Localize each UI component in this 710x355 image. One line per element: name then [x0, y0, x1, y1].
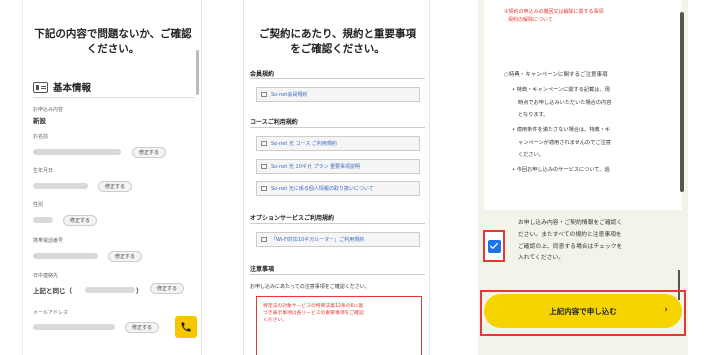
notice-scroll-box[interactable]: ③契約の申込みの撤回又は解除に関する事項 契約の解除について ○特典・キャンペー…	[484, 0, 684, 210]
fix-mobile-button[interactable]: 修正する	[108, 251, 143, 262]
phone-icon	[181, 322, 191, 332]
link-10g-important-notes[interactable]: So-net 光 10ギガ プラン 重要事項説明	[256, 159, 420, 174]
field-label-application: お申込み内容	[33, 107, 64, 113]
scrollbar[interactable]	[680, 12, 684, 192]
agreement-panel: ③契約の申込みの撤回又は解除に関する事項 契約の解除について ○特典・キャンペー…	[478, 0, 688, 355]
divider	[250, 274, 425, 275]
document-icon	[261, 237, 267, 242]
page-title: 下記の内容で問題ないか、ご確認 ください。	[34, 28, 192, 55]
submit-application-button[interactable]: 上記内容で申し込む ›	[484, 294, 682, 328]
field-label-mobile: 携帯電話番号	[33, 238, 64, 244]
notice-red-box: 特定法の対象サービスの特商法第12条の6に基 づき表示事項は各リービスの重要事項…	[256, 296, 422, 355]
redacted-daytime-contact	[85, 287, 135, 293]
field-label-daytime-contact: 日中連絡先	[33, 273, 59, 279]
fix-email-button[interactable]: 修正する	[125, 322, 160, 333]
field-value-daytime-contact-end: ）	[136, 287, 143, 295]
agree-checkbox-label: お申し込み内容・ご契約情報をご確認く ださい。またすべての規約と注意事項を ご確…	[518, 220, 623, 262]
redacted-mobile	[33, 253, 98, 259]
confirm-info-panel: 下記の内容で問題ないか、ご確認 ください。 基本情報 お申込み内容 新設 お名前…	[22, 0, 202, 355]
terms-panel: ご契約にあたり、規約と重要事項 をご確認ください。 会員規約 So-net会員規…	[243, 0, 430, 355]
field-value-daytime-contact: 上記と同じ（	[33, 287, 72, 295]
link-member-terms[interactable]: So-net会員規約	[256, 87, 420, 102]
field-label-gender: 性別	[33, 202, 44, 208]
field-label-birthdate: 生年月日	[33, 168, 54, 174]
redacted-name	[33, 149, 121, 155]
profile-card-icon	[33, 81, 48, 93]
page-title: ご契約にあたり、規約と重要事項 をご確認ください。	[258, 28, 417, 55]
link-wifi-router-terms[interactable]: 「Wi-Fi対応10ギガルーター」ご利用規約	[256, 232, 420, 247]
section-notice: 注意事項	[250, 266, 275, 273]
section-member-terms: 会員規約	[250, 71, 275, 78]
divider	[250, 223, 425, 224]
check-icon	[490, 243, 498, 249]
campaign-bullet-1: • 特典・キャンペーンに関する記載は、現 時点でお申し込みいただいた場合の内容 …	[512, 87, 612, 118]
link-course-terms[interactable]: So-net 光 コース ご利用規約	[256, 136, 420, 151]
section-title: 基本情報	[53, 83, 92, 94]
section-course-terms: コースご利用規約	[250, 119, 298, 126]
fix-gender-button[interactable]: 修正する	[63, 215, 98, 226]
redacted-birthdate	[33, 183, 88, 189]
divider	[33, 97, 195, 98]
scrollbar[interactable]	[196, 50, 199, 95]
fix-birthdate-button[interactable]: 修正する	[98, 181, 133, 192]
redacted-email	[33, 324, 115, 330]
notice-text: お申し込みにあたっての注意事項をご確認ください。	[250, 284, 370, 290]
link-privacy[interactable]: So-net 光に係る個人情報の取り扱いについて	[256, 181, 420, 196]
document-icon	[261, 92, 267, 97]
field-label-name: お名前	[33, 134, 49, 140]
campaign-notice-title: ○特典・キャンペーンに関するご注意事項	[504, 72, 608, 78]
fix-daytime-contact-button[interactable]: 修正する	[150, 283, 185, 294]
agree-checkbox[interactable]	[487, 239, 501, 253]
fix-name-button[interactable]: 修正する	[132, 147, 167, 158]
withdrawal-notice: ③契約の申込みの撤回又は解除に関する事項 契約の解除について	[504, 9, 604, 23]
divider	[250, 78, 425, 79]
redacted-gender	[33, 217, 53, 223]
field-value-application: 新設	[33, 117, 46, 125]
document-icon	[261, 141, 267, 146]
basic-info-header: 基本情報	[33, 80, 91, 94]
campaign-bullet-3: • 今回お申し込みのサービスについて、過	[512, 167, 610, 173]
phone-button[interactable]	[175, 316, 197, 338]
section-option-terms: オプションサービスご利用規約	[250, 215, 335, 222]
agree-checkbox-highlight	[483, 230, 505, 262]
field-label-email: メールアドレス	[33, 310, 69, 316]
chevron-right-icon: ›	[664, 305, 668, 315]
document-icon	[261, 186, 267, 191]
document-icon	[261, 164, 267, 169]
divider	[250, 127, 425, 128]
campaign-bullet-2: • 適用条件を満たさない場合は、特典・キ ャンペーンが適用されませんのでご注意 …	[512, 127, 611, 158]
